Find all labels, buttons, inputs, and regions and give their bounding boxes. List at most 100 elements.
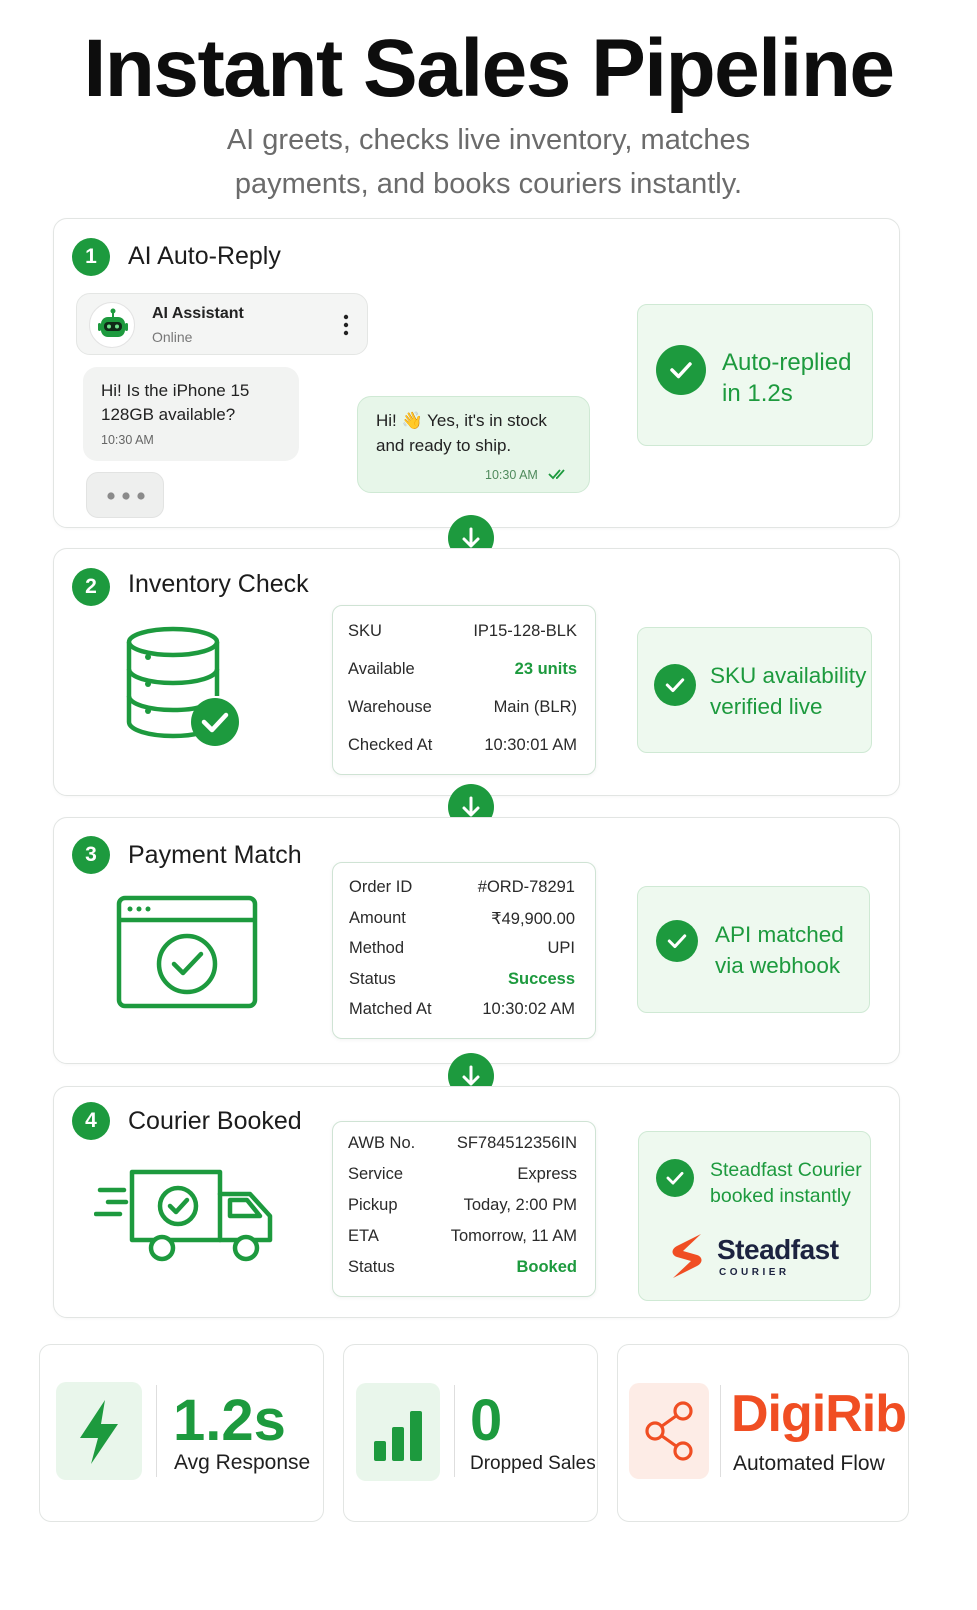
inventory-table: SKU IP15-128-BLK Available 23 units Warehous… — [332, 605, 596, 775]
check-circle-icon — [654, 664, 696, 706]
table-row: SKU IP15-128-BLK — [348, 622, 577, 641]
row-value: Booked — [516, 1258, 577, 1276]
subtitle-line-1: AI greets, checks live inventory, matche… — [226, 124, 751, 156]
row-label: Service — [348, 1165, 404, 1183]
row-label: Checked At — [348, 736, 433, 754]
stat-label: Avg Response — [174, 1451, 311, 1474]
table-row: Warehouse Main (BLR) — [348, 698, 577, 717]
incoming-message: Hi! Is the iPhone 15 128GB available? 10… — [83, 367, 299, 461]
more-options-icon[interactable] — [339, 312, 353, 338]
incoming-time: 10:30 AM — [101, 433, 154, 447]
step-1-badge-text: Auto-replied in 1.2s — [722, 347, 851, 409]
row-label: Order ID — [349, 878, 413, 896]
row-label: Pickup — [348, 1196, 398, 1214]
row-value: Tomorrow, 11 AM — [450, 1227, 577, 1245]
assistant-name: AI Assistant — [152, 305, 244, 322]
outgoing-line-1: Hi! 👋 Yes, it's in stock — [376, 411, 547, 430]
table-row: Service Express — [348, 1165, 577, 1184]
subtitle-line-2: payments, and books couriers instantly. — [234, 168, 743, 200]
incoming-line-2: 128GB available? — [101, 405, 236, 424]
step-3-number: 3 — [72, 836, 110, 874]
row-value: UPI — [547, 939, 575, 957]
row-label: Warehouse — [348, 698, 432, 716]
step-3-title: Payment Match — [128, 841, 302, 869]
badge-line-2: booked instantly — [710, 1185, 851, 1207]
row-value: SF784512356IN — [456, 1134, 577, 1152]
table-row: AWB No. SF784512356IN — [348, 1134, 577, 1153]
delivery-truck-icon — [93, 1162, 279, 1264]
courier-table: AWB No. SF784512356IN Service Express Pickup… — [332, 1121, 596, 1297]
row-value: 23 units — [514, 660, 577, 678]
stat-card-dropped: 0 Dropped Sales — [343, 1344, 598, 1522]
bar-chart-icon — [356, 1383, 440, 1481]
table-row: Available 23 units — [348, 660, 577, 679]
robot-avatar-icon — [89, 302, 135, 348]
steadfast-logo-icon — [665, 1230, 709, 1282]
row-label: Available — [348, 660, 415, 678]
row-value: 10:30:01 AM — [484, 736, 577, 754]
check-circle-icon — [656, 345, 706, 395]
stat-card-brand: DigiRib Automated Flow — [617, 1344, 909, 1522]
step-3-badge: API matched via webhook — [637, 886, 870, 1013]
row-label: SKU — [348, 622, 382, 640]
table-row: Status Success — [349, 970, 575, 989]
row-value: Today, 2:00 PM — [463, 1196, 577, 1214]
row-value: Success — [508, 969, 575, 988]
lightning-icon — [56, 1382, 142, 1480]
step-3-badge-text: API matched via webhook — [715, 919, 844, 981]
step-2-title: Inventory Check — [128, 570, 309, 598]
row-value: ₹49,900.00 — [491, 909, 575, 928]
badge-line-2: verified live — [710, 694, 823, 719]
table-row: Method UPI — [349, 939, 575, 958]
step-1-title: AI Auto-Reply — [128, 242, 281, 270]
chat-header: AI Assistant Online — [76, 293, 368, 355]
divider — [720, 1385, 721, 1477]
badge-line-1: Steadfast Courier — [710, 1159, 862, 1181]
badge-line-1: SKU availability — [710, 663, 867, 688]
row-label: AWB No. — [348, 1134, 416, 1152]
table-row: Status Booked — [348, 1258, 577, 1277]
stat-label: Automated Flow — [733, 1452, 885, 1475]
step-2-badge-text: SKU availability verified live — [710, 660, 866, 722]
table-row: Matched At 10:30:02 AM — [349, 1000, 575, 1019]
page-title: Instant Sales Pipeline — [83, 23, 895, 114]
table-row: Amount ₹49,900.00 — [349, 909, 575, 929]
step-1-number: 1 — [72, 238, 110, 276]
steadfast-logo-sub: COURIER — [719, 1267, 790, 1278]
stat-label: Dropped Sales — [470, 1453, 596, 1474]
steadfast-logo-text: Steadfast — [717, 1234, 839, 1265]
badge-line-1: Auto-replied — [722, 349, 852, 376]
row-value: IP15-128-BLK — [473, 622, 577, 640]
assistant-status: Online — [152, 329, 193, 345]
row-label: ETA — [348, 1227, 379, 1245]
row-label: Method — [349, 939, 405, 957]
divider — [156, 1385, 157, 1477]
divider — [454, 1385, 455, 1477]
table-row: Pickup Today, 2:00 PM — [348, 1196, 577, 1215]
stat-card-response: 1.2s Avg Response — [39, 1344, 324, 1522]
page-subtitle: AI greets, checks live inventory, matche… — [0, 118, 977, 206]
payment-window-check-icon — [115, 894, 260, 1010]
outgoing-line-2: and ready to ship. — [376, 436, 512, 455]
double-check-icon — [548, 467, 570, 481]
payment-table: Order ID #ORD-78291 Amount ₹49,900.00 Method… — [332, 862, 596, 1039]
row-label: Amount — [349, 908, 406, 927]
step-4-badge-text: Steadfast Courier booked instantly — [710, 1157, 862, 1209]
table-row: Order ID #ORD-78291 — [349, 878, 575, 897]
row-label: Status — [349, 969, 396, 988]
brand-logo-text: DigiRib — [731, 1385, 907, 1443]
row-value: #ORD-78291 — [477, 878, 575, 896]
badge-line-2: in 1.2s — [722, 380, 793, 407]
typing-indicator — [86, 472, 164, 518]
step-2-badge: SKU availability verified live — [637, 627, 872, 753]
row-value: Express — [517, 1165, 577, 1183]
row-value: Main (BLR) — [493, 698, 577, 716]
badge-line-2: via webhook — [715, 953, 841, 978]
step-4-title: Courier Booked — [128, 1107, 302, 1135]
database-check-icon — [120, 622, 250, 752]
row-label: Matched At — [349, 1000, 432, 1018]
badge-line-1: API matched — [715, 922, 844, 947]
outgoing-time: 10:30 AM — [485, 468, 538, 482]
check-circle-icon — [656, 1159, 694, 1197]
row-value: 10:30:02 AM — [482, 1000, 575, 1018]
